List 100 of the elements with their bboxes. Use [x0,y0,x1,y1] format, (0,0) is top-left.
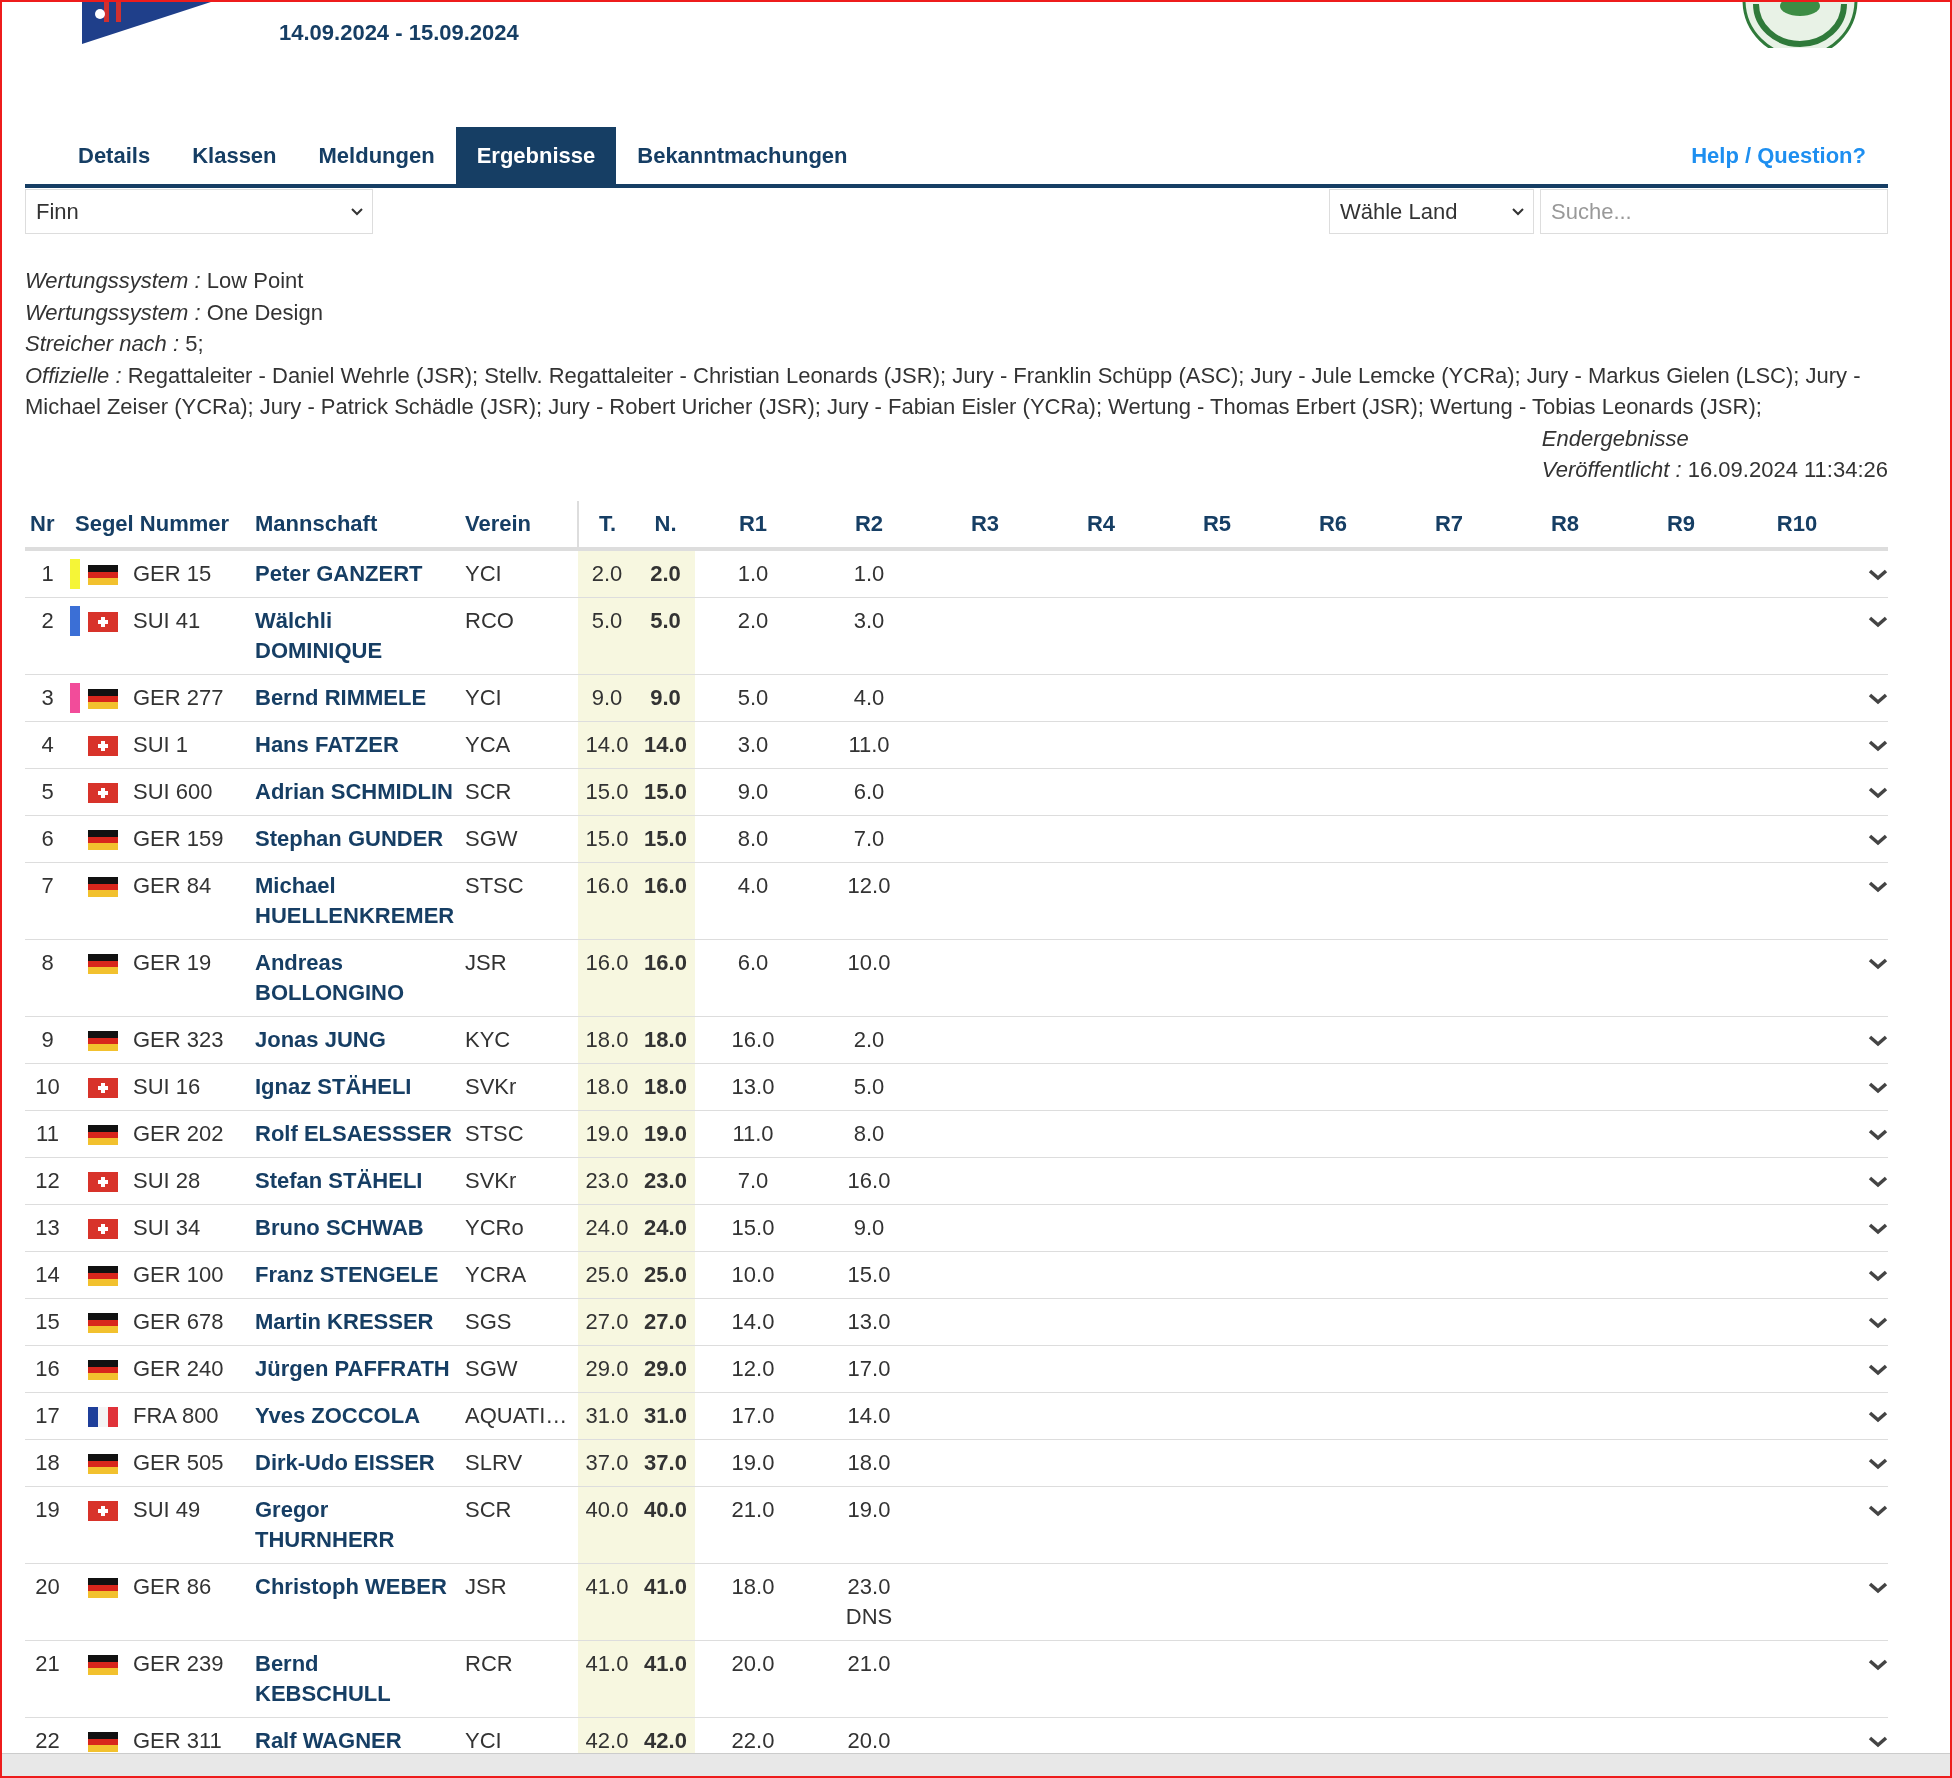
chevron-down-icon[interactable] [1868,1222,1888,1235]
chevron-down-icon[interactable] [1868,1081,1888,1094]
competitor-link[interactable]: Stefan STÄHELI [255,1165,423,1196]
status-label: Endergebnisse [1541,424,1690,453]
competitor-link[interactable]: Bernd KEBSCHULL [255,1648,455,1709]
club-name: YCRA [465,1261,527,1287]
competitor-link[interactable]: Ignaz STÄHELI [255,1071,412,1102]
flag-icon [88,1312,118,1333]
race-score: 16.0 [730,1025,776,1054]
competitor-link[interactable]: Adrian SCHMIDLIN [255,776,453,807]
competitor-link[interactable]: Andreas BOLLONGINO [255,947,455,1008]
chevron-down-icon[interactable] [1868,786,1888,799]
chevron-down-icon[interactable] [1868,739,1888,752]
chevron-down-icon[interactable] [1868,1410,1888,1423]
total-points: 15.0 [585,825,629,851]
column-header: Nr [30,510,55,536]
net-points: 41.0 [644,1573,687,1599]
total-points: 40.0 [585,1496,629,1522]
flag-icon [88,1218,118,1239]
column-header: R2 [854,510,884,536]
flag-icon [88,1577,118,1598]
nav-tab[interactable]: Klassen [171,127,298,184]
net-points: 5.0 [650,607,681,633]
competitor-link[interactable]: Stephan GUNDER [255,823,444,854]
nav-tab[interactable]: Ergebnisse [455,127,617,184]
chevron-down-icon[interactable] [1868,1175,1888,1188]
flag-icon [88,1654,118,1675]
nav-tab[interactable]: Meldungen [297,127,456,184]
rank-number: 2 [41,607,54,633]
chevron-down-icon[interactable] [1868,1457,1888,1470]
chevron-down-icon[interactable] [1868,1269,1888,1282]
race-score: 12.0 [846,871,892,900]
chevron-down-icon[interactable] [1868,833,1888,846]
competitor-link[interactable]: Franz STENGELE [255,1259,439,1290]
country-select[interactable]: Wähle Land [1329,189,1534,234]
net-points: 19.0 [644,1120,687,1146]
chevron-down-icon[interactable] [1868,957,1888,970]
chevron-down-icon[interactable] [1868,568,1888,581]
race-score: 15.0 [846,1260,892,1289]
sail-number: GER 678 [133,1308,224,1334]
competitor-link[interactable]: Jürgen PAFFRATH [255,1353,450,1384]
club-name: SCR [465,1496,512,1522]
chevron-down-icon[interactable] [1868,1316,1888,1329]
competitor-link[interactable]: Christoph WEBER [255,1571,447,1602]
column-header: R8 [1550,510,1580,536]
club-name: YCRo [465,1214,524,1240]
search-field[interactable]: Suche... [1540,189,1888,234]
flag-icon [88,829,118,850]
nav-tab[interactable]: Bekanntmachungen [616,127,869,184]
chevron-down-icon[interactable] [1868,1363,1888,1376]
net-points: 16.0 [644,872,687,898]
race-score: 13.0 [730,1072,776,1101]
competitor-link[interactable]: Michael HUELLENKREMER [255,870,455,931]
competitor-link[interactable]: Wälchli DOMINIQUE [255,605,455,666]
competitor-link[interactable]: Bruno SCHWAB [255,1212,424,1243]
competitor-link[interactable]: Bernd RIMMELE [255,682,427,713]
chevron-down-icon[interactable] [1868,1581,1888,1594]
class-select[interactable]: Finn [25,189,373,234]
rank-number: 20 [35,1573,60,1599]
sail-number: GER 100 [133,1261,224,1287]
chevron-down-icon[interactable] [1868,1735,1888,1748]
club-name: AQUATI… [465,1402,568,1428]
competitor-link[interactable]: Martin KRESSER [255,1306,434,1337]
nav-tab[interactable]: Details [57,127,172,184]
total-points: 14.0 [585,731,629,757]
rank-number: 13 [35,1214,60,1240]
race-score: 22.0 [730,1726,776,1753]
chevron-down-icon[interactable] [1868,1034,1888,1047]
race-score: 4.0 [736,871,770,900]
rank-number: 11 [36,1120,59,1146]
horizontal-scrollbar[interactable] [2,1753,1950,1776]
chevron-down-icon[interactable] [1868,1504,1888,1517]
competitor-link[interactable]: Hans FATZER [255,729,399,760]
sail-number: SUI 16 [133,1073,201,1099]
chevron-down-icon[interactable] [1868,692,1888,705]
rank-number: 12 [35,1167,60,1193]
rank-number: 7 [41,872,54,898]
club-name: RCO [465,607,514,633]
competitor-link[interactable]: Rolf ELSAESSSER [255,1118,452,1149]
rank-number: 3 [41,684,54,710]
chevron-down-icon[interactable] [1868,880,1888,893]
competitor-link[interactable]: Peter GANZERT [255,558,423,589]
race-score: 17.0 [846,1354,892,1383]
rank-number: 6 [41,825,54,851]
rank-number: 17 [35,1402,60,1428]
chevron-down-icon[interactable] [1868,1658,1888,1671]
chevron-down-icon[interactable] [1868,615,1888,628]
competitor-link[interactable]: Jonas JUNG [255,1024,386,1055]
info-text: Wertungssystem : One Design [25,298,324,327]
total-points: 41.0 [585,1650,629,1676]
race-code: DNS [844,1602,894,1631]
chevron-down-icon[interactable] [1868,1128,1888,1141]
total-points: 5.0 [591,607,623,633]
competitor-link[interactable]: Dirk-Udo EISSER [255,1447,435,1478]
total-points: 2.0 [591,560,623,586]
competitor-link[interactable]: Yves ZOCCOLA [255,1400,421,1431]
rank-number: 5 [41,778,54,804]
competitor-link[interactable]: Gregor THURNHERR [255,1494,455,1555]
competitor-link[interactable]: Ralf WAGNER [255,1725,402,1753]
flag-icon [88,735,118,756]
